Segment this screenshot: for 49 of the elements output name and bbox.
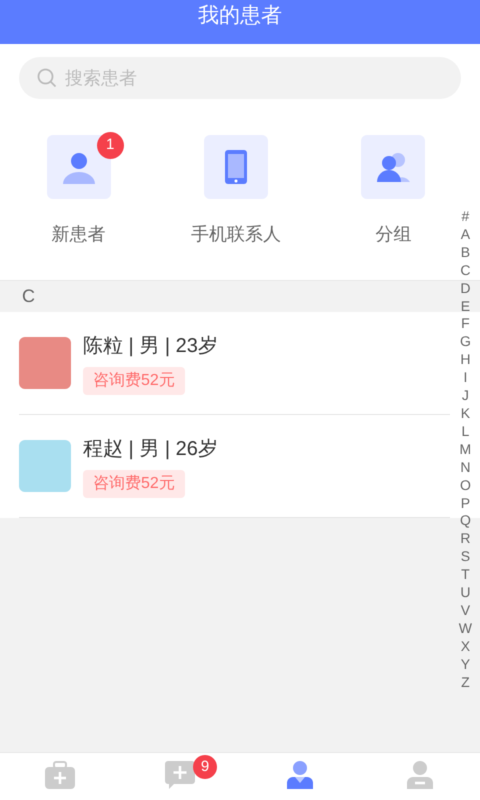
index-letter[interactable]: E [460,298,470,316]
index-letter[interactable]: U [460,584,470,602]
index-letter[interactable]: O [460,476,471,494]
index-letter[interactable]: F [461,315,470,334]
index-letter[interactable]: L [461,422,470,441]
index-letter[interactable]: T [461,566,470,584]
shortcut-label: 手机联系人 [190,223,281,246]
index-letter[interactable]: B [460,244,470,262]
count-badge: 9 [193,755,217,779]
index-letter[interactable]: D [460,280,470,298]
person-icon [62,150,96,184]
page-title: 我的患者 [198,3,282,29]
person-icon [287,761,313,789]
index-letter[interactable]: M [460,440,472,459]
index-letter[interactable]: Y [460,656,470,674]
index-letter[interactable]: S [460,548,470,566]
index-letter[interactable]: W [458,620,472,638]
index-letter[interactable]: Z [461,674,470,692]
medical-kit-icon [45,761,75,789]
index-letter[interactable]: # [461,208,470,226]
index-letter[interactable]: V [460,602,470,620]
patient-name[interactable]: 陈粒 | 男 | 23岁 [83,331,218,361]
group-icon [376,152,410,182]
index-letter[interactable]: K [460,404,470,423]
fee-tag: 咨询费52元 [83,470,185,498]
index-letter[interactable]: H [460,351,470,370]
index-letter[interactable]: X [460,638,470,656]
shortcut-tile[interactable] [204,135,268,199]
patient-name[interactable]: 程赵 | 男 | 26岁 [83,434,218,464]
index-letter[interactable]: A [460,226,470,244]
index-letter[interactable]: P [460,494,470,512]
index-letter[interactable]: C [460,262,470,280]
count-badge: 1 [96,132,124,159]
chat-plus-icon [165,761,195,789]
index-letter[interactable]: G [460,333,471,352]
section-letter: C [22,285,35,308]
shortcut-label: 分组 [375,223,412,246]
index-letter[interactable]: N [460,458,470,477]
phone-icon [224,150,247,184]
index-letter[interactable]: Q [460,512,471,530]
index-letter[interactable]: J [462,387,469,405]
search-icon [37,68,57,88]
shortcut-tile[interactable] [361,135,426,199]
shortcut-label: 新患者 [52,223,106,246]
tab-item[interactable]: 9 [120,753,240,800]
index-letter[interactable]: I [463,369,468,388]
person-icon [407,761,433,789]
fee-tag: 咨询费52元 [83,367,185,395]
index-letter[interactable]: R [460,530,470,548]
